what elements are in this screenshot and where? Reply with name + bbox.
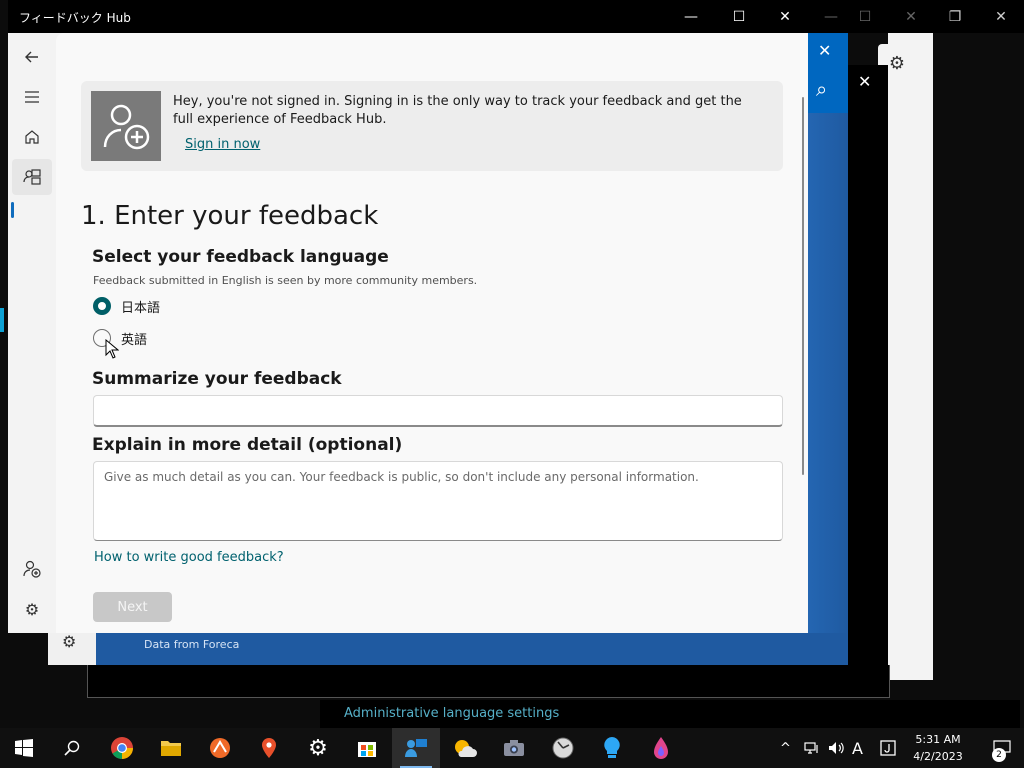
bg2-restore-icon[interactable]: ❐ [932,0,978,33]
ime-mode-icon[interactable] [880,728,896,768]
window-title: フィードバック Hub [19,11,131,25]
clock-app-icon[interactable] [539,728,587,768]
summary-input[interactable] [93,395,783,427]
app-orange-icon[interactable] [196,728,244,768]
store-icon[interactable] [343,728,391,768]
mouse-cursor-icon [105,339,119,359]
camera-icon[interactable] [490,728,538,768]
maps-icon[interactable] [245,728,293,768]
nav-rail: ⚙ [8,33,56,633]
radio-label-japanese: 日本語 [121,300,161,316]
feedback-nav-icon[interactable] [12,159,52,195]
menu-icon[interactable] [12,79,52,115]
summary-title: Summarize your feedback [92,369,342,389]
radio-label-english: 英語 [121,332,148,348]
radio-japanese[interactable]: 日本語 [93,295,160,317]
background-window-titlebar: — ☐ ✕ ❐ ✕ [808,0,1024,33]
signin-banner: Hey, you're not signed in. Signing in is… [81,81,783,171]
maximize-button[interactable]: ☐ [716,0,762,33]
next-button[interactable]: Next [93,592,172,622]
bg-weather-settings-icon[interactable]: ⚙ [62,632,76,651]
tips-icon[interactable] [588,728,636,768]
settings-app-icon[interactable]: ⚙ [294,728,342,768]
scrollbar[interactable] [802,97,804,475]
back-icon[interactable] [12,39,52,75]
bg-weather-body [808,113,848,665]
close-button[interactable]: ✕ [762,0,808,33]
start-button[interactable] [0,728,48,768]
chrome-icon[interactable] [98,728,146,768]
detail-textarea[interactable]: Give as much detail as you can. Your fee… [93,461,783,541]
feedback-hub-window: フィードバック Hub — ☐ ✕ ⚙ Hey, you're not sign… [8,0,808,633]
system-clock[interactable]: 5:31 AM 4/2/2023 [906,731,970,765]
nav-selected-indicator [11,202,14,218]
language-title: Select your feedback language [92,247,389,267]
feedback-help-link[interactable]: How to write good feedback? [94,550,284,565]
search-icon[interactable] [48,728,96,768]
desktop-accent [0,308,4,332]
feedback-hub-taskbar-icon[interactable] [392,728,440,768]
titlebar: フィードバック Hub — ☐ ✕ [8,0,808,33]
sign-in-now-link[interactable]: Sign in now [185,137,260,152]
background-search-panel [848,65,888,665]
clock-date: 4/2/2023 [913,750,963,763]
main-content: Hey, you're not signed in. Signing in is… [56,33,808,633]
bg-weather-header: ✕ ⌕ [808,33,848,113]
admin-language-settings-link[interactable]: Administrative language settings [320,700,1020,728]
bg-weather-close-icon[interactable]: ✕ [818,41,831,60]
language-note: Feedback submitted in English is seen by… [93,274,478,287]
detail-title: Explain in more detail (optional) [92,435,403,455]
file-explorer-icon[interactable] [147,728,195,768]
radio-english[interactable]: 英語 [93,327,147,349]
weather-icon[interactable] [441,728,489,768]
bg-maximize-icon[interactable]: ☐ [842,0,888,33]
notification-count: 2 [992,748,1006,762]
page-heading: 1. Enter your feedback [81,201,379,231]
home-icon[interactable] [12,119,52,155]
bg-window-frame [87,665,890,698]
weather-source-text: Data from Foreca [144,638,240,651]
clock-time: 5:31 AM [915,733,961,746]
add-user-icon [91,91,161,161]
add-account-icon[interactable] [12,551,52,587]
bg2-close-icon[interactable]: ✕ [978,0,1024,33]
volume-icon[interactable] [828,728,846,768]
show-hidden-icons[interactable]: ^ [780,728,791,768]
bg-weather-search-icon[interactable]: ⌕ [816,77,827,101]
network-icon[interactable] [804,728,820,768]
taskbar: ⚙ ^ A 5:31 AM 4/2/2023 2 [0,728,1024,768]
minimize-button[interactable]: — [668,0,714,33]
paint-icon[interactable] [637,728,685,768]
bg-panel-close-icon[interactable]: ✕ [858,72,871,91]
settings-icon[interactable]: ⚙ [12,591,52,627]
background-window-right [888,33,933,680]
radio-selected-icon[interactable] [93,297,111,315]
signin-message: Hey, you're not signed in. Signing in is… [173,94,742,127]
bg-close-icon[interactable]: ✕ [888,0,934,33]
ime-indicator[interactable]: A [852,728,863,768]
